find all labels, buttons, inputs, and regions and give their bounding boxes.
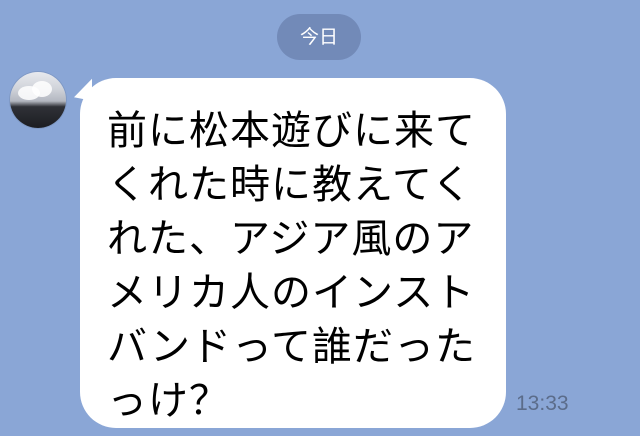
chat-view[interactable]: 今日 前に松本遊びに来て くれた時に教えてく れた、アジア風のア メリカ人のイン…	[0, 0, 640, 436]
message-text: 前に松本遊びに来て くれた時に教えてく れた、アジア風のア メリカ人のインスト …	[107, 108, 476, 424]
message-bubble[interactable]: 前に松本遊びに来て くれた時に教えてく れた、アジア風のア メリカ人のインスト …	[80, 78, 506, 428]
avatar-cloud-icon	[32, 81, 52, 97]
date-divider: 今日	[277, 14, 361, 60]
message-timestamp: 13:33	[516, 392, 569, 415]
sender-avatar[interactable]	[10, 72, 66, 128]
